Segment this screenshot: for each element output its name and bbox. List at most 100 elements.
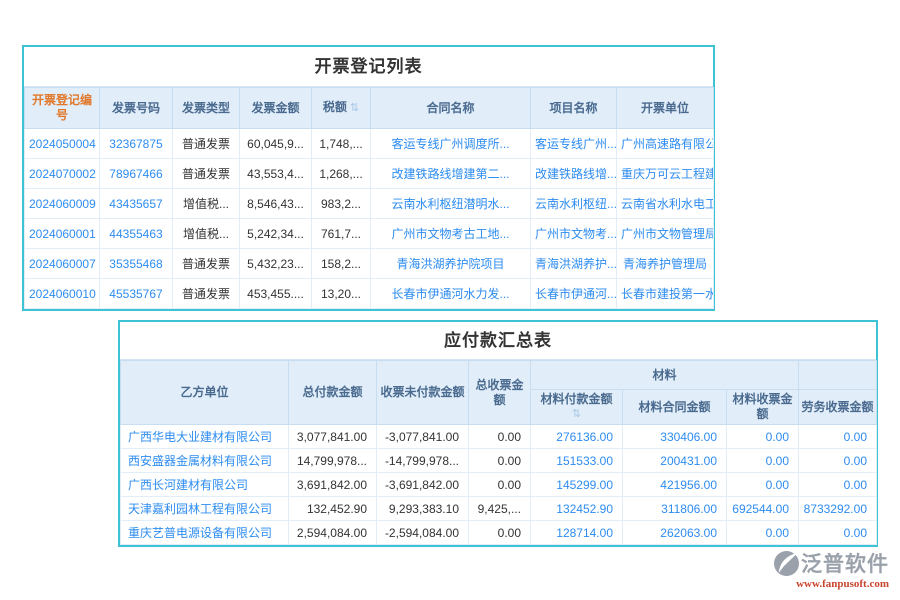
table-cell[interactable]: 2024060007	[25, 249, 100, 279]
table-cell[interactable]: 32367875	[100, 129, 173, 159]
table-cell: 158,2...	[312, 249, 371, 279]
table-cell[interactable]: 客运专线广州...	[531, 129, 617, 159]
header-total-payment: 总付款金额	[289, 361, 377, 425]
header-invoice-type: 发票类型	[173, 88, 240, 129]
table-cell[interactable]: 78967466	[100, 159, 173, 189]
table-cell[interactable]: 客运专线广州调度所...	[371, 129, 531, 159]
table-row[interactable]: 202406000144355463增值税...5,242,34...761,7…	[25, 219, 714, 249]
table-cell[interactable]: 西安盛器金属材料有限公司	[121, 449, 289, 473]
table-cell[interactable]: 0.00	[727, 425, 799, 449]
table-cell[interactable]: 692544.00	[727, 497, 799, 521]
table-cell[interactable]: 200431.00	[623, 449, 727, 473]
table-cell: 0.00	[469, 425, 531, 449]
table-cell: 普通发票	[173, 129, 240, 159]
table-cell[interactable]: 改建铁路线增...	[531, 159, 617, 189]
table-row[interactable]: 202406001045535767普通发票453,455....13,20..…	[25, 279, 714, 309]
table-cell[interactable]: 0.00	[799, 449, 877, 473]
table-cell[interactable]: 0.00	[727, 521, 799, 545]
header-material-receipt: 材料收票金额	[727, 390, 799, 425]
table-cell[interactable]: 广州高速路有限公司	[617, 129, 714, 159]
table-cell[interactable]: 长春市伊通河水力发...	[371, 279, 531, 309]
table-cell[interactable]: 330406.00	[623, 425, 727, 449]
table-cell: 0.00	[469, 449, 531, 473]
table-cell[interactable]: 2024060009	[25, 189, 100, 219]
table-row[interactable]: 广西华电大业建材有限公司3,077,841.00-3,077,841.000.0…	[121, 425, 877, 449]
table-cell[interactable]: 0.00	[727, 473, 799, 497]
payable-table-title: 应付款汇总表	[120, 322, 876, 360]
table-cell[interactable]: 广西华电大业建材有限公司	[121, 425, 289, 449]
table-cell[interactable]: 2024060010	[25, 279, 100, 309]
header-label: 税额	[323, 100, 347, 114]
table-cell[interactable]: 广西长河建材有限公司	[121, 473, 289, 497]
table-cell[interactable]: 天津嘉利园林工程有限公司	[121, 497, 289, 521]
invoice-table: 开票登记编号 发票号码 发票类型 发票金额 税额⇅ 合同名称 项目名称 开票单位…	[24, 87, 714, 309]
sort-icon[interactable]: ⇅	[533, 408, 620, 422]
table-row[interactable]: 202406000943435657增值税...8,546,43...983,2…	[25, 189, 714, 219]
table-row[interactable]: 广西长河建材有限公司3,691,842.00-3,691,842.000.001…	[121, 473, 877, 497]
table-cell[interactable]: 421956.00	[623, 473, 727, 497]
table-cell[interactable]: 45535767	[100, 279, 173, 309]
table-cell[interactable]: 重庆艺普电源设备有限公司	[121, 521, 289, 545]
table-row[interactable]: 202407000278967466普通发票43,553,4...1,268,.…	[25, 159, 714, 189]
header-label: 收票未付款金额	[380, 385, 464, 399]
header-label: 总收票金额	[475, 378, 523, 407]
table-cell: 5,242,34...	[240, 219, 312, 249]
header-tax-amount[interactable]: 税额⇅	[312, 88, 371, 129]
table-cell[interactable]: 132452.90	[531, 497, 623, 521]
table-cell[interactable]: 长春市建投第一水利...	[617, 279, 714, 309]
table-row[interactable]: 202405000432367875普通发票60,045,9...1,748,.…	[25, 129, 714, 159]
header-material-payment[interactable]: 材料付款金额 ⇅	[531, 390, 623, 425]
table-cell: -3,077,841.00	[377, 425, 469, 449]
table-row[interactable]: 重庆艺普电源设备有限公司2,594,084.00-2,594,084.000.0…	[121, 521, 877, 545]
invoice-header-row: 开票登记编号 发票号码 发票类型 发票金额 税额⇅ 合同名称 项目名称 开票单位	[25, 88, 714, 129]
table-cell[interactable]: 重庆万可云工程建设...	[617, 159, 714, 189]
table-cell[interactable]: 广州市文物管理局	[617, 219, 714, 249]
table-cell: 60,045,9...	[240, 129, 312, 159]
table-row[interactable]: 西安盛器金属材料有限公司14,799,978...-14,799,978...0…	[121, 449, 877, 473]
table-cell[interactable]: 2024050004	[25, 129, 100, 159]
table-cell[interactable]: 311806.00	[623, 497, 727, 521]
table-cell[interactable]: 青海养护管理局	[617, 249, 714, 279]
table-cell: 9,293,383.10	[377, 497, 469, 521]
table-cell[interactable]: 云南水利枢纽...	[531, 189, 617, 219]
table-cell[interactable]: 151533.00	[531, 449, 623, 473]
header-material-contract: 材料合同金额	[623, 390, 727, 425]
table-cell[interactable]: 青海洪湖养护...	[531, 249, 617, 279]
table-cell[interactable]: 8733292.00	[799, 497, 877, 521]
table-cell[interactable]: 云南水利枢纽潜明水...	[371, 189, 531, 219]
fanpu-logo: 泛普软件 www.fanpusoft.com	[774, 548, 889, 590]
sort-icon[interactable]: ⇅	[350, 102, 359, 116]
table-cell[interactable]: 0.00	[799, 425, 877, 449]
table-cell[interactable]: 44355463	[100, 219, 173, 249]
table-cell[interactable]: 青海洪湖养护院项目	[371, 249, 531, 279]
table-cell[interactable]: 长春市伊通河...	[531, 279, 617, 309]
table-cell[interactable]: 0.00	[799, 521, 877, 545]
table-cell: 普通发票	[173, 279, 240, 309]
table-cell[interactable]: 改建铁路线增建第二...	[371, 159, 531, 189]
table-cell[interactable]: 128714.00	[531, 521, 623, 545]
header-receipt-unpaid: 收票未付款金额	[377, 361, 469, 425]
table-cell[interactable]: 2024070002	[25, 159, 100, 189]
header-label: 材料	[652, 368, 676, 382]
table-cell[interactable]: 145299.00	[531, 473, 623, 497]
table-cell[interactable]: 262063.00	[623, 521, 727, 545]
header-label: 开票单位	[641, 101, 689, 115]
header-material-group: 材料	[531, 361, 799, 390]
table-cell[interactable]: 广州市文物考...	[531, 219, 617, 249]
table-cell[interactable]: 0.00	[799, 473, 877, 497]
table-cell[interactable]: 云南省水利水电工程...	[617, 189, 714, 219]
table-row[interactable]: 202406000735355468普通发票5,432,23...158,2..…	[25, 249, 714, 279]
table-cell[interactable]: 43435657	[100, 189, 173, 219]
header-project-name: 项目名称	[531, 88, 617, 129]
table-cell: 761,7...	[312, 219, 371, 249]
table-cell[interactable]: 0.00	[727, 449, 799, 473]
table-cell: 9,425,...	[469, 497, 531, 521]
table-cell: 43,553,4...	[240, 159, 312, 189]
invoice-table-title: 开票登记列表	[24, 47, 713, 87]
header-label: 乙方单位	[180, 385, 228, 399]
table-cell[interactable]: 35355468	[100, 249, 173, 279]
table-cell[interactable]: 2024060001	[25, 219, 100, 249]
table-row[interactable]: 天津嘉利园林工程有限公司132,452.909,293,383.109,425,…	[121, 497, 877, 521]
table-cell[interactable]: 广州市文物考古工地...	[371, 219, 531, 249]
table-cell[interactable]: 276136.00	[531, 425, 623, 449]
